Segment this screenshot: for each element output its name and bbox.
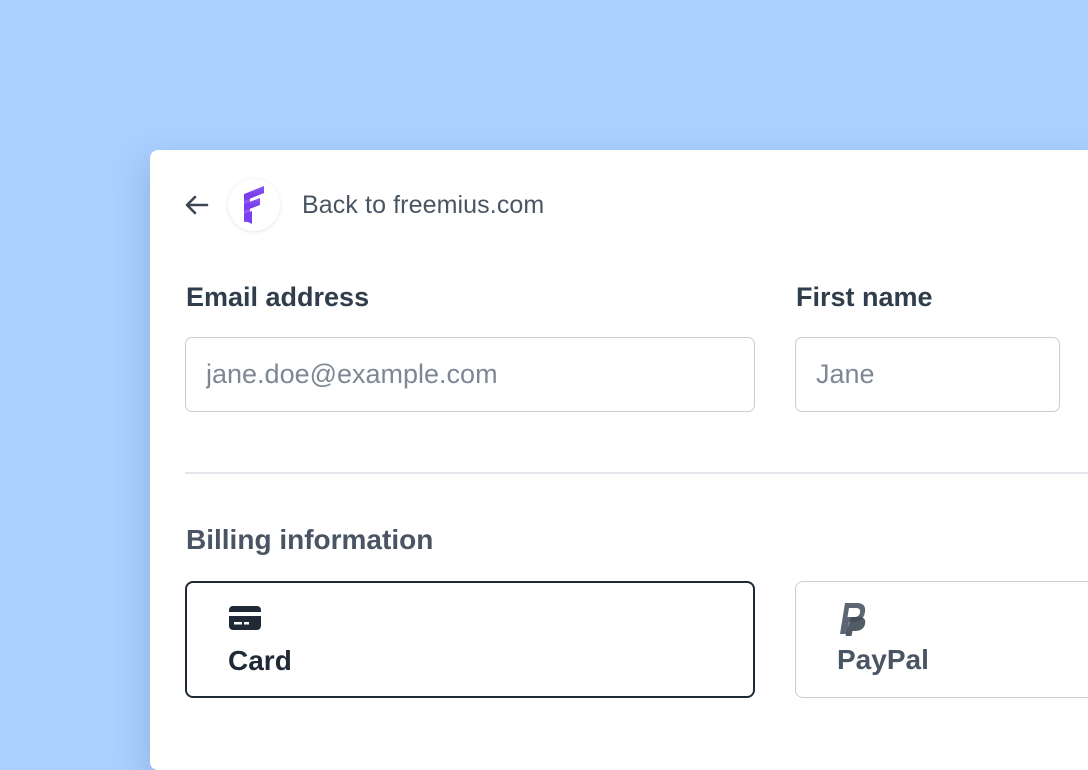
arrow-left-icon[interactable] bbox=[184, 192, 210, 218]
divider bbox=[185, 472, 1088, 474]
payment-option-label: Card bbox=[228, 645, 292, 676]
email-label: Email address bbox=[186, 282, 370, 312]
payment-option-label: PayPal bbox=[837, 644, 929, 675]
back-row: Back to freemius.com bbox=[184, 179, 544, 231]
checkout-card: Back to freemius.com Email address First… bbox=[150, 150, 1088, 770]
billing-section-title: Billing information bbox=[186, 524, 434, 555]
paypal-icon bbox=[837, 602, 867, 641]
freemius-logo[interactable] bbox=[228, 179, 280, 231]
first-name-label: First name bbox=[796, 282, 933, 312]
payment-option-paypal[interactable]: PayPal bbox=[795, 581, 1088, 698]
first-name-field[interactable] bbox=[795, 337, 1060, 412]
back-to-site-link[interactable]: Back to freemius.com bbox=[302, 191, 544, 220]
payment-option-card[interactable]: Card bbox=[185, 581, 755, 698]
credit-card-icon bbox=[228, 605, 262, 636]
email-field[interactable] bbox=[185, 337, 755, 412]
